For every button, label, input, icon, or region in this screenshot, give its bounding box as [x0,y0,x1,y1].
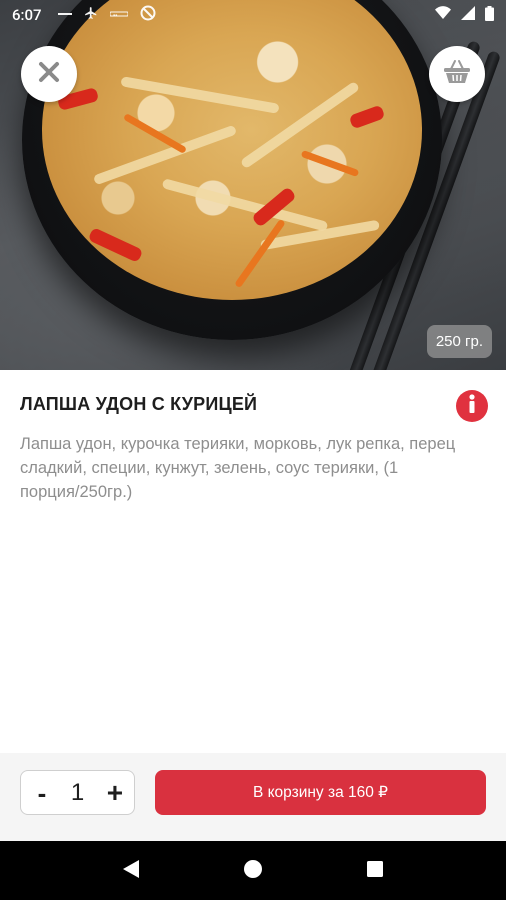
close-icon [38,61,60,87]
cart-action-panel: - 1 + В корзину за 160 ₽ [0,753,506,841]
svg-text:▪▪: ▪▪ [113,13,117,19]
back-button[interactable] [116,856,146,886]
system-nav-bar [0,841,506,900]
status-time: 6:07 [12,6,42,24]
weight-badge: 250 гр. [426,325,492,358]
airplane-icon [84,6,98,24]
quantity-value: 1 [70,778,85,806]
basket-icon [442,59,472,89]
product-description: Лапша удон, курочка терияки, морковь, лу… [20,435,456,501]
quantity-stepper: - 1 + [20,770,135,815]
add-to-cart-button[interactable]: В корзину за 160 ₽ [155,770,486,815]
basket-button[interactable] [429,46,485,102]
home-button[interactable] [238,856,268,886]
data-icon: ▪▪ [109,8,129,23]
battery-icon [485,5,494,25]
back-icon [122,859,140,883]
product-title: ЛАПША УДОН С КУРИЦЕЙ [20,394,258,414]
close-button[interactable] [21,46,77,102]
decrease-button[interactable]: - [33,780,51,806]
home-icon [243,859,263,883]
wifi-icon [435,6,451,24]
product-image: 250 гр. [0,0,506,370]
mute-icon [140,5,156,25]
recents-button[interactable] [360,856,390,886]
recents-icon [366,860,384,882]
increase-button[interactable]: + [104,778,126,807]
status-bar: 6:07 ▪▪ [0,0,506,30]
signal-icon [461,6,475,24]
info-icon [456,388,488,424]
silent-icon [57,8,72,23]
info-button[interactable] [456,390,488,422]
